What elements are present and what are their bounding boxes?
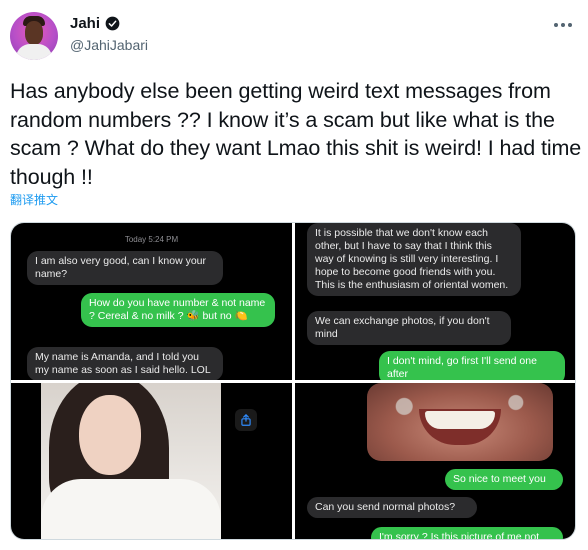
message-bubble-outgoing: How do you have number & not name ? Cere… xyxy=(81,293,275,327)
handle[interactable]: @JahiJabari xyxy=(70,37,148,53)
avatar-face xyxy=(25,21,43,45)
message-bubble-incoming: Can you send normal photos? xyxy=(307,497,477,518)
tweet-text: Has anybody else been getting weird text… xyxy=(10,79,582,189)
message-bubble-incoming: I am also very good, can I know your nam… xyxy=(27,251,223,285)
message-timestamp: Today 5:24 PM xyxy=(124,235,179,244)
photo-woman-image xyxy=(41,383,221,539)
media-grid: Today 5:24 PM I am also very good, can I… xyxy=(10,222,576,540)
message-bubble-outgoing: So nice to meet you xyxy=(445,469,563,490)
share-icon[interactable] xyxy=(235,409,257,431)
tweet: Jahi @JahiJabari Has anybody else been g… xyxy=(0,0,588,550)
media-image-3[interactable] xyxy=(11,383,292,539)
media-image-2[interactable]: It is possible that we don't know each o… xyxy=(295,223,575,380)
media-image-4[interactable]: So nice to meet you Can you send normal … xyxy=(295,383,575,539)
message-bubble-outgoing: I don't mind, go first I'll send one aft… xyxy=(379,351,565,380)
author-row: Jahi xyxy=(70,15,120,32)
avatar[interactable] xyxy=(10,12,58,60)
display-name[interactable]: Jahi xyxy=(70,15,100,32)
avatar-shirt xyxy=(16,44,52,60)
message-bubble-incoming: My name is Amanda, and I told you my nam… xyxy=(27,347,223,380)
media-image-1[interactable]: Today 5:24 PM I am also very good, can I… xyxy=(11,223,292,380)
message-bubble-outgoing: I'm sorry ? Is this picture of me not xyxy=(371,527,563,539)
verified-badge-icon xyxy=(105,16,120,31)
message-bubble-incoming: We can exchange photos, if you don't min… xyxy=(307,311,511,345)
translate-tweet-link[interactable]: 翻译推文 xyxy=(10,191,58,208)
more-options-icon[interactable] xyxy=(552,17,574,33)
message-bubble-incoming: It is possible that we don't know each o… xyxy=(307,223,521,296)
smile-photo-image xyxy=(367,383,553,461)
